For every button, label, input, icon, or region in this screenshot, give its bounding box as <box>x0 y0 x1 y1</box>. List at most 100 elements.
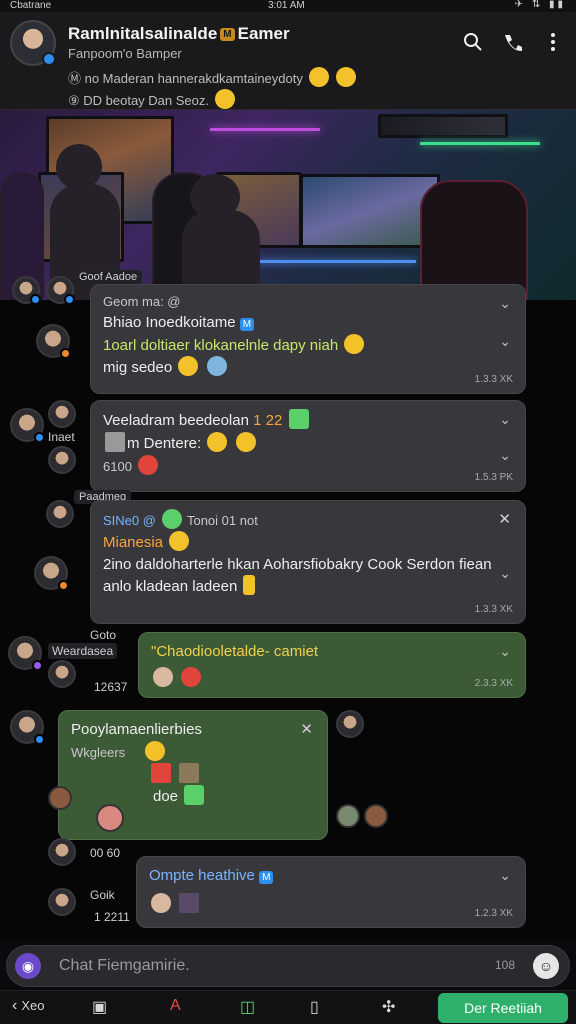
avatar[interactable] <box>48 660 76 688</box>
avatar[interactable] <box>364 804 388 828</box>
primary-action-button[interactable]: Der Reetiiah <box>438 993 568 1023</box>
emoji-icon <box>144 740 165 761</box>
emoji-icon <box>308 67 329 87</box>
emoji-icon <box>151 892 171 913</box>
emoji-icon <box>243 575 256 596</box>
message-line: mig sedeo <box>103 356 513 379</box>
message-text: Ompte heathive <box>149 867 255 884</box>
message-text: 6100 <box>103 458 132 474</box>
pinned-preview-1[interactable]: Ⓜ no Maderan hannerakdkamtaineydoty <box>68 67 358 87</box>
emoji-icon <box>207 431 228 452</box>
close-icon[interactable]: ✕ <box>498 509 511 531</box>
avatar[interactable] <box>12 276 41 305</box>
avatar[interactable] <box>10 20 56 66</box>
emoji-icon <box>179 762 200 783</box>
chat-title[interactable]: Ramlnitalsalinalde M Eamer <box>68 24 290 44</box>
avatar[interactable] <box>48 786 72 810</box>
message-timestamp: 1.3.3 XK <box>474 373 513 385</box>
avatar[interactable] <box>48 888 76 916</box>
message-text: anlo kladean ladeen <box>103 578 238 596</box>
chat-subtitle: Fanpoom'o Bamper <box>68 46 182 61</box>
message-text: Mianesia <box>103 533 164 551</box>
message-composer: ◉ 108 ☺ <box>6 945 570 987</box>
message-timestamp: 1.2.3 XK <box>474 907 513 919</box>
emoji-icon <box>178 356 199 377</box>
sender-label: 00 60 <box>90 846 121 860</box>
call-icon[interactable] <box>502 32 524 57</box>
message-bubble[interactable]: "Chaodiooletalde- camiet ⌄ 2.3.3 XK <box>138 632 526 698</box>
avatar[interactable] <box>48 400 76 428</box>
image-icon <box>105 431 125 452</box>
message-list[interactable]: Goof Aadoe Geom ma: @ Bhiao Inoedkoitame… <box>0 270 576 940</box>
avatar[interactable] <box>336 710 364 738</box>
message-input[interactable] <box>59 952 479 980</box>
monitor <box>378 114 508 138</box>
status-bar: Cbatrane 3:01 AM ✈ ⇅ ▮▮ <box>0 0 576 12</box>
sticker-icon[interactable]: ◫ <box>240 997 255 1017</box>
sender-label: Weardasea <box>48 643 118 659</box>
close-icon[interactable]: ✕ <box>300 719 313 741</box>
gamer-head <box>190 174 240 220</box>
avatar[interactable] <box>8 636 43 671</box>
avatar[interactable] <box>336 804 360 828</box>
emoji-icon <box>344 333 365 354</box>
message-bubble[interactable]: Geom ma: @ Bhiao Inoedkoitame M 1oarl do… <box>90 284 526 394</box>
message-meta: Geom ma: @ <box>103 294 181 309</box>
font-icon[interactable]: A <box>170 997 181 1015</box>
chevron-down-icon[interactable]: ⌄ <box>499 409 511 429</box>
message-bubble[interactable]: Ompte heathive M ⌄ 1.2.3 XK <box>136 856 526 928</box>
attach-icon[interactable]: ◉ <box>15 953 41 979</box>
emoji-picker-icon[interactable]: ☺ <box>533 953 559 979</box>
neon-light <box>210 128 320 131</box>
message-timestamp: 2.3.3 XK <box>474 677 513 689</box>
emoji-icon <box>336 67 357 87</box>
message-text: Veeladram beedeolan <box>103 412 249 429</box>
message-line: Bhiao Inoedkoitame M <box>103 312 513 334</box>
pinned-preview-2[interactable]: ⑨ DD beotay Dan Seoz. <box>68 89 237 109</box>
message-line: Pooylamaenlierbies <box>71 721 202 738</box>
title-main: Ramlnitalsalinalde <box>68 24 218 43</box>
chat-header: Ramlnitalsalinalde M Eamer Fanpoom'o Bampe… <box>0 12 576 110</box>
back-label: Xeo <box>21 998 45 1013</box>
chevron-down-icon[interactable]: ⌄ <box>499 865 511 885</box>
image-icon <box>179 892 200 913</box>
message-bubble[interactable]: Veeladram beedeolan 1 22 m Dentere: 6100… <box>90 400 526 492</box>
chevron-down-icon[interactable]: ⌄ <box>499 641 511 661</box>
message-timestamp: 1.3.3 XK <box>474 603 513 615</box>
chevron-down-icon[interactable]: ⌄ <box>499 563 511 583</box>
search-icon[interactable] <box>462 32 484 57</box>
avatar[interactable] <box>48 446 76 474</box>
file-icon[interactable]: ▯ <box>310 997 319 1017</box>
message-line: 1oarl doltiaer klokanelnle dapy niah <box>103 333 513 357</box>
more-icon[interactable] <box>542 32 564 57</box>
chevron-down-icon[interactable]: ⌄ <box>499 331 511 351</box>
message-line: Veeladram beedeolan 1 22 <box>103 409 513 432</box>
message-line <box>151 666 513 690</box>
gaming-chair <box>420 180 528 300</box>
header-actions <box>462 32 564 57</box>
avatar[interactable] <box>46 276 75 305</box>
pinned-preview-1-text: Ⓜ no Maderan hannerakdkamtaineydoty <box>68 71 303 86</box>
online-dot-icon <box>34 734 45 745</box>
avatar[interactable] <box>10 710 45 745</box>
chevron-down-icon[interactable]: ⌄ <box>499 293 511 313</box>
settings-icon[interactable]: ✣ <box>382 997 395 1017</box>
clock: 3:01 AM <box>268 0 305 11</box>
character-count: 108 <box>494 958 515 972</box>
chevron-down-icon[interactable]: ⌄ <box>499 445 511 465</box>
avatar[interactable] <box>48 838 76 866</box>
avatar[interactable] <box>34 556 69 591</box>
message-meta: Tonoi 01 not <box>186 513 258 528</box>
message-line: SINe0 @ Tonoi 01 not <box>103 509 513 531</box>
avatar[interactable] <box>10 408 45 443</box>
avatar[interactable] <box>46 500 74 528</box>
back-button[interactable]: ‹ Xeo <box>12 997 44 1015</box>
message-bubble[interactable]: SINe0 @ Tonoi 01 not Mianesia 2ino daldo… <box>90 500 526 624</box>
avatar[interactable] <box>36 324 71 359</box>
message-text: m Dentere: <box>127 434 202 452</box>
online-dot-icon <box>58 580 69 591</box>
message-text: Bhiao Inoedkoitame <box>103 313 236 331</box>
chevron-left-icon: ‹ <box>12 997 18 1014</box>
camera-icon[interactable]: ▣ <box>92 997 107 1017</box>
sender-label: Inaet <box>48 430 75 444</box>
